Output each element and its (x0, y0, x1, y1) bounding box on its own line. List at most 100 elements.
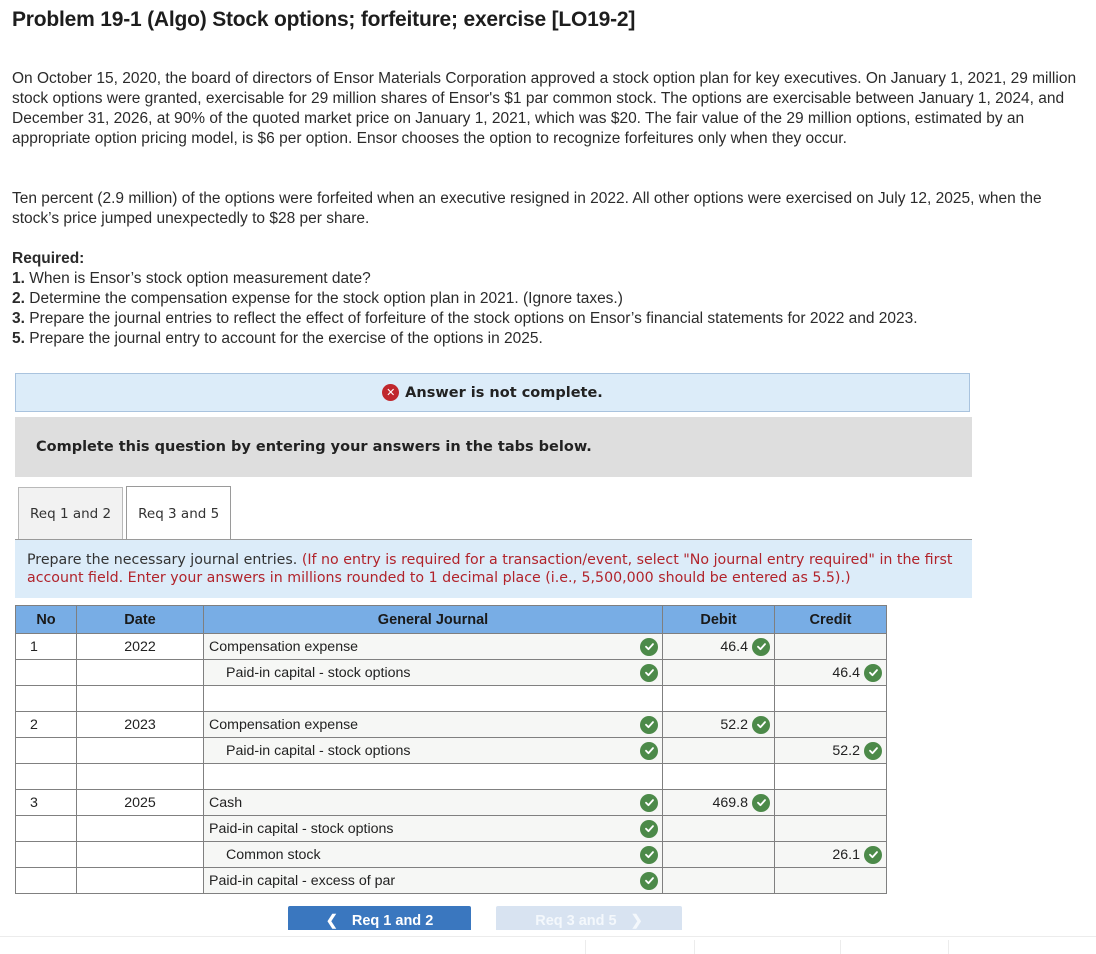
entry-date[interactable] (76, 763, 204, 790)
footer-divider (0, 936, 1096, 937)
footer-separator (840, 940, 841, 954)
debit-field[interactable] (662, 685, 775, 712)
problem-paragraph-2: Ten percent (2.9 million) of the options… (12, 190, 1042, 227)
credit-value: 26.1 (832, 846, 860, 863)
journal-row: 2 2023 Compensation expense 52.2 (15, 711, 887, 738)
account-field[interactable]: Paid-in capital - stock options (203, 737, 663, 764)
correct-check-icon (640, 663, 658, 682)
account-field[interactable]: Paid-in capital - excess of par (203, 867, 663, 894)
correct-check-icon (640, 637, 658, 656)
debit-field[interactable] (662, 815, 775, 842)
credit-field[interactable] (774, 685, 887, 712)
credit-field[interactable]: 46.4 (774, 659, 887, 686)
correct-check-icon (640, 871, 658, 890)
correct-check-icon (640, 819, 658, 838)
prepare-instructions: Prepare the necessary journal entries. (… (15, 540, 972, 598)
requirement-item: 2. Determine the compensation expense fo… (12, 289, 1092, 309)
correct-check-icon (752, 637, 770, 656)
problem-title: Problem 19-1 (Algo) Stock options; forfe… (12, 8, 636, 31)
header-general-journal: General Journal (203, 605, 663, 634)
correct-check-icon (864, 845, 882, 864)
credit-field[interactable] (774, 633, 887, 660)
entry-number: 3 (15, 789, 77, 816)
journal-row: 1 2022 Compensation expense 46.4 (15, 633, 887, 660)
tab-req-3-and-5[interactable]: Req 3 and 5 (126, 486, 232, 540)
debit-field[interactable] (662, 841, 775, 868)
entry-date[interactable]: 2023 (76, 711, 204, 738)
credit-field[interactable] (774, 711, 887, 738)
footer-separator (948, 940, 949, 954)
account-name: Paid-in capital - excess of par (209, 872, 396, 889)
prev-tab-label: Req 1 and 2 (351, 913, 434, 929)
header-credit: Credit (774, 605, 887, 634)
account-field[interactable] (203, 763, 663, 790)
account-field[interactable]: Cash (203, 789, 663, 816)
credit-field[interactable] (774, 867, 887, 894)
account-name: Common stock (226, 846, 321, 863)
account-name: Paid-in capital - stock options (226, 664, 411, 681)
chevron-right-icon: ❯ (630, 913, 643, 929)
account-name: Compensation expense (209, 716, 359, 733)
instruction-text: Complete this question by entering your … (36, 439, 592, 455)
requirement-number: 1. (12, 270, 25, 287)
account-field[interactable]: Paid-in capital - stock options (203, 659, 663, 686)
correct-check-icon (640, 741, 658, 760)
journal-row: Paid-in capital - stock options 52.2 (15, 737, 887, 764)
debit-field[interactable] (662, 659, 775, 686)
journal-row: Paid-in capital - stock options (15, 815, 887, 842)
entry-date[interactable]: 2022 (76, 633, 204, 660)
entry-date[interactable] (76, 659, 204, 686)
journal-row (15, 685, 887, 712)
correct-check-icon (752, 715, 770, 734)
debit-field[interactable] (662, 867, 775, 894)
entry-number (15, 841, 77, 868)
account-field[interactable]: Paid-in capital - stock options (203, 815, 663, 842)
debit-field[interactable] (662, 737, 775, 764)
credit-field[interactable] (774, 789, 887, 816)
entry-date[interactable] (76, 737, 204, 764)
entry-date[interactable] (76, 815, 204, 842)
entry-date[interactable] (76, 841, 204, 868)
debit-value: 46.4 (720, 638, 748, 655)
account-field[interactable]: Compensation expense (203, 633, 663, 660)
requirement-number: 2. (12, 290, 25, 307)
journal-table: No Date General Journal Debit Credit 1 20… (15, 605, 887, 894)
entry-number (15, 659, 77, 686)
requirement-item: 1. When is Ensor’s stock option measurem… (12, 269, 1092, 289)
entry-date[interactable] (76, 867, 204, 894)
entry-date[interactable]: 2025 (76, 789, 204, 816)
answer-status-banner: ✕ Answer is not complete. (15, 373, 970, 412)
required-label: Required: (12, 250, 85, 267)
tab-req-1-and-2[interactable]: Req 1 and 2 (18, 487, 124, 540)
correct-check-icon (864, 663, 882, 682)
entry-number (15, 685, 77, 712)
journal-row (15, 763, 887, 790)
debit-field[interactable]: 46.4 (662, 633, 775, 660)
debit-field[interactable] (662, 763, 775, 790)
journal-row: Paid-in capital - stock options 46.4 (15, 659, 887, 686)
credit-field[interactable]: 52.2 (774, 737, 887, 764)
account-field[interactable]: Compensation expense (203, 711, 663, 738)
credit-field[interactable]: 26.1 (774, 841, 887, 868)
x-circle-icon: ✕ (382, 384, 400, 401)
credit-value: 46.4 (832, 664, 860, 681)
tab-bar: Req 1 and 2 Req 3 and 5 (18, 486, 232, 540)
entry-date[interactable] (76, 685, 204, 712)
prev-tab-button[interactable]: ❮ Req 1 and 2 (288, 906, 471, 930)
instruction-panel: Complete this question by entering your … (15, 417, 972, 477)
requirement-number: 3. (12, 310, 25, 327)
account-field[interactable] (203, 685, 663, 712)
credit-field[interactable] (774, 815, 887, 842)
next-tab-label: Req 3 and 5 (535, 913, 617, 929)
entry-number (15, 763, 77, 790)
journal-row: Common stock 26.1 (15, 841, 887, 868)
account-field[interactable]: Common stock (203, 841, 663, 868)
debit-field[interactable]: 52.2 (662, 711, 775, 738)
requirement-item: 3. Prepare the journal entries to reflec… (12, 309, 1092, 329)
entry-number (15, 815, 77, 842)
requirement-text: Prepare the journal entries to reflect t… (29, 310, 918, 327)
debit-field[interactable]: 469.8 (662, 789, 775, 816)
correct-check-icon (640, 715, 658, 734)
credit-field[interactable] (774, 763, 887, 790)
problem-paragraph-1: On October 15, 2020, the board of direct… (12, 70, 1077, 147)
